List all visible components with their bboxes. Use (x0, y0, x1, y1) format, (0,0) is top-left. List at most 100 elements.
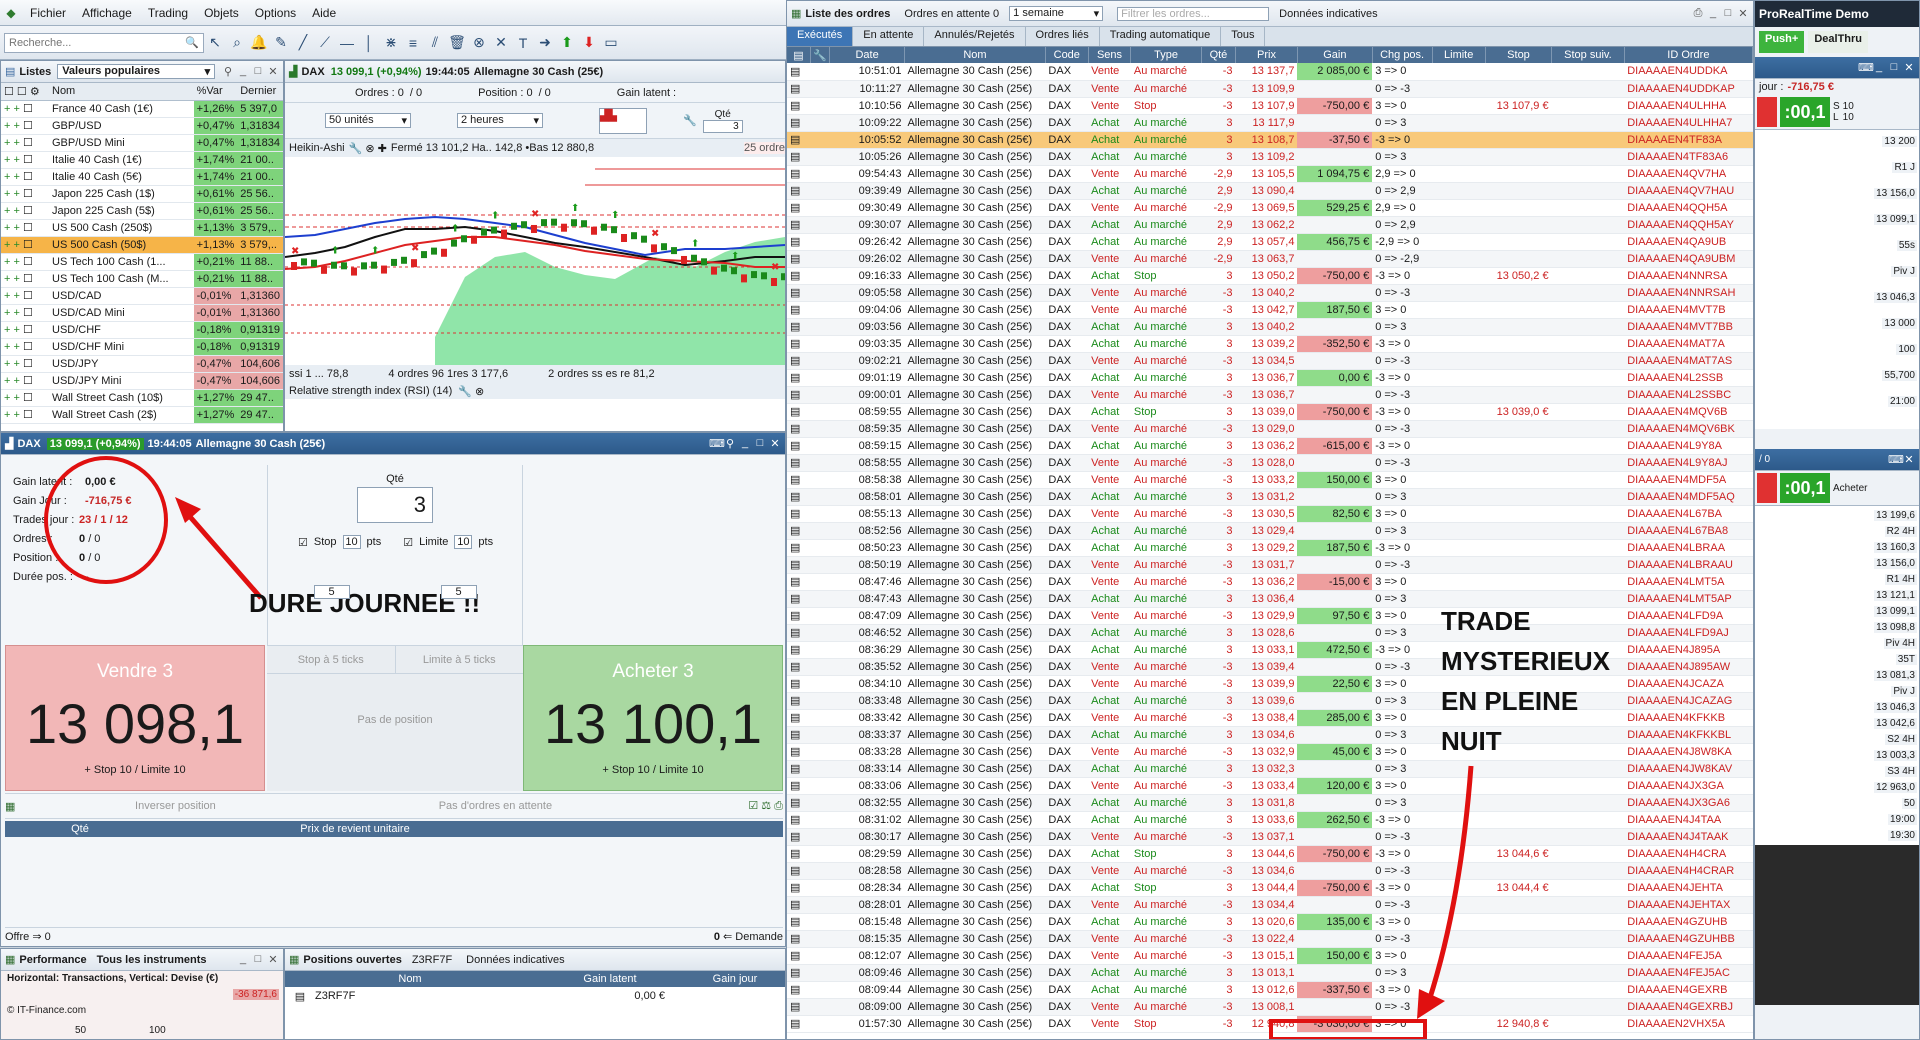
order-row[interactable]: ▤ 08:55:13 Allemagne 30 Cash (25€) DAX Vente… (787, 505, 1753, 523)
order-row[interactable]: ▤ 10:05:26 Allemagne 30 Cash (25€) DAX Achat… (787, 148, 1753, 166)
order-row[interactable]: ▤ 09:26:02 Allemagne 30 Cash (25€) DAX Vente… (787, 250, 1753, 268)
magnet-tool-icon[interactable]: ⊗ (468, 32, 490, 54)
orders-col-1[interactable]: Nom (904, 47, 1046, 63)
menu-aide[interactable]: Aide (304, 6, 344, 20)
order-row[interactable]: ▤ 08:50:23 Allemagne 30 Cash (25€) DAX Achat… (787, 539, 1753, 557)
reverse-position-button[interactable]: Inverser position (15, 800, 335, 812)
right-chart-2[interactable]: 13 199,6 R2 4H 13 160,3 13 156,0 R1 4H 13 121… (1755, 505, 1919, 845)
orders-title[interactable]: Liste des ordres (805, 8, 890, 20)
row-actions-icon[interactable]: + + ☐ (1, 168, 49, 186)
order-row[interactable]: ▤ 08:09:44 Allemagne 30 Cash (25€) DAX Achat… (787, 981, 1753, 999)
watchlist-row[interactable]: + + ☐ USD/JPY Mini -0,47% 104,606 (1, 372, 283, 390)
watchlist-row[interactable]: + + ☐ USD/CAD -0,01% 1,31360 (1, 287, 283, 305)
stop-5-ticks-button[interactable]: Stop à 5 ticks (267, 646, 396, 673)
order-row[interactable]: ▤ 10:05:52 Allemagne 30 Cash (25€) DAX Achat… (787, 131, 1753, 149)
minimize-icon[interactable]: _ (1873, 61, 1885, 74)
pin-icon[interactable]: ⚲ (222, 65, 234, 78)
search-box[interactable]: 🔍 (4, 32, 204, 53)
watchlist-row[interactable]: + + ☐ Italie 40 Cash (5€) +1,74% 21 00.. (1, 168, 283, 186)
search-input[interactable] (9, 36, 186, 49)
order-row[interactable]: ▤ 08:15:35 Allemagne 30 Cash (25€) DAX Vente… (787, 930, 1753, 948)
fan-tool-icon[interactable]: ⋇ (380, 32, 402, 54)
arrow-tool-icon[interactable]: ➜ (534, 32, 556, 54)
order-row[interactable]: ▤ 09:03:35 Allemagne 30 Cash (25€) DAX Achat… (787, 335, 1753, 353)
period-select[interactable]: 2 heures ▾ (457, 113, 543, 128)
close-icon[interactable]: ✕ (769, 437, 781, 450)
qty-input[interactable]: 3 (357, 487, 433, 523)
row-actions-icon[interactable]: + + ☐ (1, 321, 49, 339)
order-row[interactable]: ▤ 08:09:00 Allemagne 30 Cash (25€) DAX Vente… (787, 998, 1753, 1016)
order-row[interactable]: ▤ 09:03:56 Allemagne 30 Cash (25€) DAX Achat… (787, 318, 1753, 336)
orders-col-5[interactable]: Qté (1201, 47, 1237, 63)
right-s-input[interactable]: 10 (1843, 101, 1854, 112)
watchlist-row[interactable]: + + ☐ GBP/USD Mini +0,47% 1,31834 (1, 134, 283, 152)
orders-col-12[interactable]: ID Ordre (1624, 47, 1753, 63)
rsi-label[interactable]: Relative strength index (RSI) (14) (289, 385, 452, 397)
order-row[interactable]: ▤ 08:15:48 Allemagne 30 Cash (25€) DAX Achat… (787, 913, 1753, 931)
row-actions-icon[interactable]: + + ☐ (1, 185, 49, 203)
order-row[interactable]: ▤ 08:28:01 Allemagne 30 Cash (25€) DAX Vente… (787, 896, 1753, 914)
trendline-tool-icon[interactable]: ⟋ (314, 32, 336, 54)
vline-tool-icon[interactable]: │ (358, 32, 380, 54)
menu-options[interactable]: Options (247, 6, 304, 20)
row-actions-icon[interactable]: + + ☐ (1, 100, 49, 118)
hline-tool-icon[interactable]: — (336, 32, 358, 54)
order-row[interactable]: ▤ 08:33:06 Allemagne 30 Cash (25€) DAX Vente… (787, 777, 1753, 795)
row-actions-icon[interactable]: + + ☐ (1, 134, 49, 152)
zoom-tool-icon[interactable]: ⌕ (226, 32, 248, 54)
chart-type-icon[interactable]: ▟▙ (599, 107, 647, 134)
order-row[interactable]: ▤ 10:11:27 Allemagne 30 Cash (25€) DAX Vente… (787, 80, 1753, 98)
orders-col-2[interactable]: Code (1045, 47, 1089, 63)
orders-col-8[interactable]: Chg pos. (1372, 47, 1433, 63)
watchlist-row[interactable]: + + ☐ US Tech 100 Cash (1... +0,21% 11 8… (1, 253, 283, 271)
menu-affichage[interactable]: Affichage (74, 6, 140, 20)
cross-tool-icon[interactable]: ✕ (490, 32, 512, 54)
delete-tool-icon[interactable]: 🗑 (446, 32, 468, 54)
row-actions-icon[interactable]: + + ☐ (1, 389, 49, 407)
maximize-icon[interactable]: □ (1722, 7, 1734, 20)
text-tool-icon[interactable]: T (512, 32, 534, 54)
close-icon[interactable]: ✕ (1903, 61, 1915, 74)
price-chart[interactable]: ✖ ⬆ ⬆ ✖ ⬆ ⬆ ✖ ⬆ ⬆ ✖ ⬆ ⬆ ✖ (285, 157, 785, 365)
orders-col-9[interactable]: Limite (1432, 47, 1486, 63)
order-row[interactable]: ▤ 09:30:49 Allemagne 30 Cash (25€) DAX Vente… (787, 199, 1753, 217)
orders-pending[interactable]: Ordres en attente 0 (904, 8, 999, 20)
watchlist-row[interactable]: + + ☐ Wall Street Cash (2$) +1,27% 29 47… (1, 406, 283, 424)
pencil-tool-icon[interactable]: ✎ (270, 32, 292, 54)
orders-tab[interactable]: Exécutés (787, 27, 854, 46)
buy-arrow-icon[interactable]: ⬆ (556, 32, 578, 54)
instruments-select[interactable]: Tous les instruments (97, 954, 207, 966)
positions-title[interactable]: Positions ouvertes (303, 954, 401, 966)
right-l-input[interactable]: 10 (1843, 112, 1854, 123)
row-actions-icon[interactable]: + + ☐ (1, 372, 49, 390)
orders-filter-input[interactable]: Filtrer les ordres... (1117, 6, 1270, 21)
order-row[interactable]: ▤ 08:32:55 Allemagne 30 Cash (25€) DAX Achat… (787, 794, 1753, 812)
orders-col-0[interactable]: Date (829, 47, 905, 63)
watchlist-row[interactable]: + + ☐ US Tech 100 Cash (M... +0,21% 11 8… (1, 270, 283, 288)
buy-button[interactable]: Acheter 3 13 100,1 + Stop 10 / Limite 10 (523, 645, 783, 791)
keyboard-icon[interactable]: ⌨ (709, 437, 725, 450)
orders-tab[interactable]: Ordres liés (1026, 27, 1100, 46)
watchlist-row[interactable]: + + ☐ USD/CHF Mini -0,18% 0,91319 (1, 338, 283, 356)
order-row[interactable]: ▤ 09:00:01 Allemagne 30 Cash (25€) DAX Vente… (787, 386, 1753, 404)
order-row[interactable]: ▤ 09:26:42 Allemagne 30 Cash (25€) DAX Achat… (787, 233, 1753, 251)
row-actions-icon[interactable]: + + ☐ (1, 253, 49, 271)
minimize-icon[interactable]: _ (237, 65, 249, 78)
keyboard-icon[interactable]: ⌨ (1888, 453, 1904, 466)
order-row[interactable]: ▤ 08:30:17 Allemagne 30 Cash (25€) DAX Vente… (787, 828, 1753, 846)
alert-tool-icon[interactable]: 🔔 (248, 32, 270, 54)
row-actions-icon[interactable]: + + ☐ (1, 338, 49, 356)
order-row[interactable]: ▤ 10:09:22 Allemagne 30 Cash (25€) DAX Achat… (787, 114, 1753, 132)
orders-period-select[interactable]: 1 semaine ▾ (1009, 6, 1104, 21)
col-pru[interactable]: Prix de revient unitaire (155, 823, 555, 835)
watchlist-row[interactable]: + + ☐ US 500 Cash (50$) +1,13% 3 579,.. (1, 236, 283, 254)
maximize-icon[interactable]: □ (754, 437, 766, 450)
order-row[interactable]: ▤ 08:33:14 Allemagne 30 Cash (25€) DAX Achat… (787, 760, 1753, 778)
close-icon[interactable]: ✕ (1903, 453, 1915, 466)
sell-arrow-icon[interactable]: ⬇ (578, 32, 600, 54)
channel-tool-icon[interactable]: ⫽ (424, 32, 446, 54)
minimize-icon[interactable]: _ (739, 437, 751, 450)
order-row[interactable]: ▤ 09:04:06 Allemagne 30 Cash (25€) DAX Vente… (787, 301, 1753, 319)
watchlist-row[interactable]: + + ☐ Italie 40 Cash (1€) +1,74% 21 00.. (1, 151, 283, 169)
watchlist-row[interactable]: + + ☐ Japon 225 Cash (1$) +0,61% 25 56.. (1, 185, 283, 203)
